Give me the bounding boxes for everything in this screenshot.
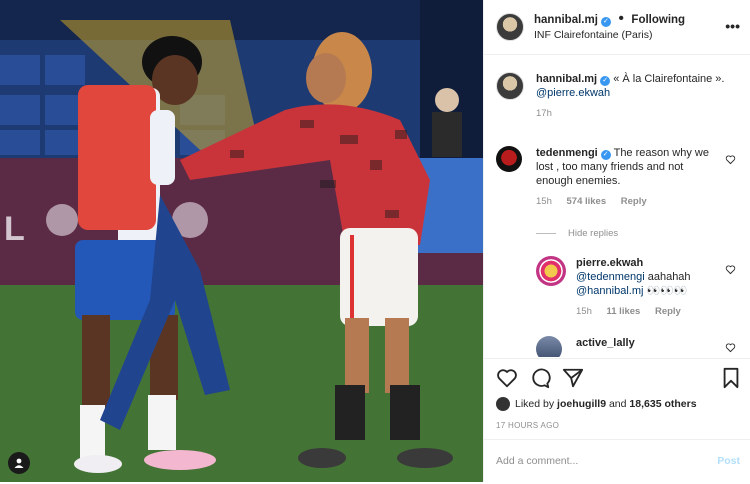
post-actions: Liked by joehugill9 and 18,635 others 17… xyxy=(484,358,750,483)
reply-emoji: 👀👀👀 xyxy=(646,285,688,297)
svg-text:L: L xyxy=(4,210,25,248)
reply-mention[interactable]: @hannibal.mj xyxy=(576,285,643,297)
caption-username[interactable]: hannibal.mj xyxy=(536,73,597,85)
comment-time: 15h xyxy=(536,196,552,207)
likes-prefix: Liked by xyxy=(515,398,555,410)
action-icons xyxy=(496,367,742,391)
avatar[interactable] xyxy=(496,72,524,100)
post-header: hannibal.mj ✓ • Following INF Clairefonta… xyxy=(484,0,750,55)
caption-body: hannibal.mj ✓ « À la Clairefontaine ». @p… xyxy=(536,72,740,100)
caption-mention[interactable]: @pierre.ekwah xyxy=(536,87,610,99)
more-options-icon[interactable]: ••• xyxy=(725,18,740,34)
verified-icon: ✓ xyxy=(600,150,611,160)
likes-others[interactable]: 18,635 others xyxy=(629,398,696,410)
like-comment-icon[interactable] xyxy=(725,154,736,165)
verified-icon: ✓ xyxy=(600,17,611,27)
reply-body: active_lally xyxy=(576,336,740,350)
caption-meta: 17h xyxy=(536,108,740,119)
like-icon[interactable] xyxy=(496,367,518,389)
share-icon[interactable] xyxy=(562,367,584,389)
post-sidebar: hannibal.mj ✓ • Following INF Clairefonta… xyxy=(483,0,750,482)
football-players-photo: L xyxy=(0,0,483,482)
reply-button[interactable]: Reply xyxy=(621,196,647,207)
verified-icon: ✓ xyxy=(600,76,611,86)
caption-time: 17h xyxy=(536,108,552,119)
comment-body: tedenmengi ✓ The reason why we lost , too… xyxy=(536,146,718,188)
following-button[interactable]: Following xyxy=(631,14,685,26)
post-timestamp[interactable]: 17 HOURS AGO xyxy=(496,421,559,430)
post-photo[interactable]: L xyxy=(0,0,483,482)
header-text: hannibal.mj ✓ • Following INF Clairefonta… xyxy=(534,11,685,43)
comment-likes[interactable]: 574 likes xyxy=(567,196,607,207)
comments-list[interactable]: hannibal.mj ✓ « À la Clairefontaine ». @p… xyxy=(484,56,750,357)
reply-body: pierre.ekwah @tedenmengi aahahah @hannib… xyxy=(576,256,718,298)
hide-replies-button[interactable]: Hide replies xyxy=(536,228,618,239)
reply-button[interactable]: Reply xyxy=(655,306,681,317)
reply-username[interactable]: pierre.ekwah xyxy=(576,257,643,269)
like-comment-icon[interactable] xyxy=(725,342,736,353)
avatar[interactable] xyxy=(536,256,566,286)
reply-time: 15h xyxy=(576,306,592,317)
reply-likes[interactable]: 11 likes xyxy=(607,306,641,317)
user-icon xyxy=(14,458,24,468)
post-button[interactable]: Post xyxy=(717,455,740,467)
reply-username[interactable]: active_lally xyxy=(576,337,635,349)
like-comment-icon[interactable] xyxy=(725,264,736,275)
separator-dot: • xyxy=(618,10,624,27)
save-bookmark-icon[interactable] xyxy=(720,367,742,389)
reply-meta: 15h 11 likes Reply xyxy=(576,306,740,317)
comment: tedenmengi ✓ The reason why we lost , too… xyxy=(496,146,740,207)
divider xyxy=(536,232,556,234)
avatar[interactable] xyxy=(496,397,510,411)
instagram-post: L hannibal.mj ✓ • Following INF Clairefo… xyxy=(0,0,750,482)
post-location[interactable]: INF Clairefontaine (Paris) xyxy=(534,28,685,43)
reply: active_lally xyxy=(536,336,740,357)
avatar[interactable] xyxy=(496,13,524,41)
author-username[interactable]: hannibal.mj xyxy=(534,14,598,26)
hide-replies-label: Hide replies xyxy=(568,228,619,239)
add-comment-bar: Add a comment... Post xyxy=(484,439,750,484)
add-comment-input[interactable]: Add a comment... xyxy=(496,455,578,467)
reply: pierre.ekwah @tedenmengi aahahah @hannib… xyxy=(536,256,740,317)
avatar[interactable] xyxy=(536,336,562,357)
comment-username[interactable]: tedenmengi xyxy=(536,147,598,159)
likes-user[interactable]: joehugill9 xyxy=(557,398,606,410)
reply-text: aahahah xyxy=(647,271,691,283)
likes-middle: and xyxy=(608,398,627,410)
caption: hannibal.mj ✓ « À la Clairefontaine ». @p… xyxy=(496,72,740,119)
comment-meta: 15h 574 likes Reply xyxy=(536,196,740,207)
caption-text: « À la Clairefontaine ». xyxy=(613,73,725,85)
tagged-users-button[interactable] xyxy=(8,452,30,474)
avatar[interactable] xyxy=(496,146,522,172)
likes-summary: Liked by joehugill9 and 18,635 others xyxy=(496,397,697,411)
reply-mention[interactable]: @tedenmengi xyxy=(576,271,645,283)
comment-icon[interactable] xyxy=(529,367,551,389)
